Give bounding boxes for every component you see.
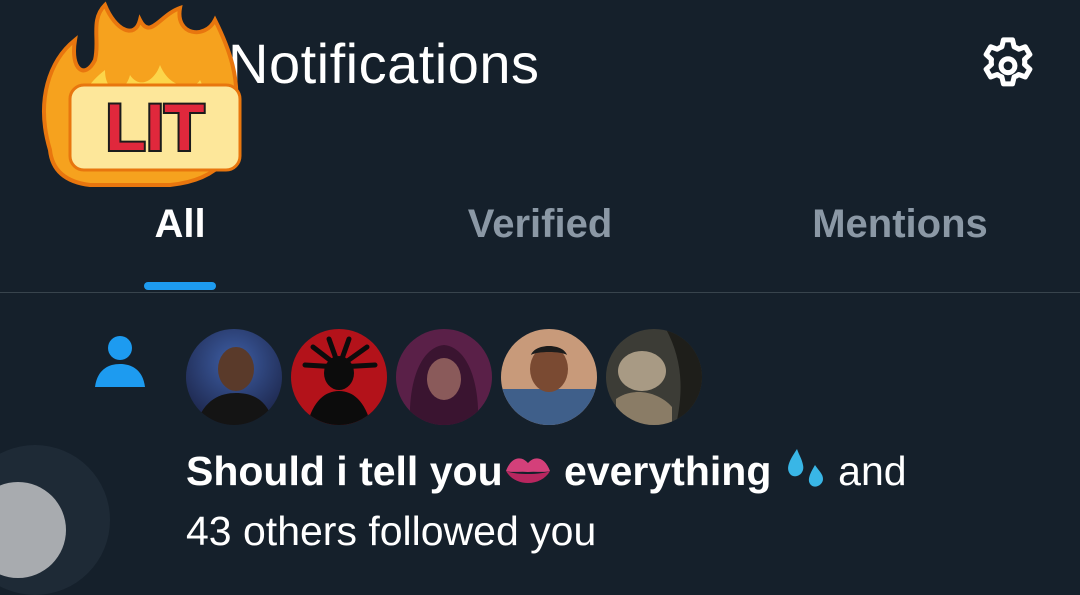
- header: Notifications LIT: [0, 0, 1080, 187]
- avatar[interactable]: [501, 329, 597, 425]
- tab-verified[interactable]: Verified: [440, 190, 640, 292]
- and-text: and: [838, 448, 907, 494]
- lit-fire-sticker[interactable]: LIT: [30, 0, 245, 190]
- avatar-4-image: [501, 329, 597, 425]
- page-title-text: Notifications: [228, 32, 540, 95]
- notification-text: Should i tell you everything and 43 othe…: [186, 441, 1046, 561]
- kiss-lips-icon: [505, 458, 550, 483]
- sweat-droplets-icon: [787, 449, 823, 487]
- follower-name-part1[interactable]: Should i tell you: [186, 448, 503, 494]
- tab-all-label: All: [154, 202, 206, 246]
- sticker-text: LIT: [106, 90, 205, 164]
- tab-all[interactable]: All: [142, 190, 218, 292]
- avatar[interactable]: [606, 329, 702, 425]
- page-title: Notifications: [228, 36, 540, 92]
- avatar[interactable]: [291, 329, 387, 425]
- notification-item[interactable]: Should i tell you everything and 43 othe…: [0, 293, 1080, 585]
- avatar-3-image: [396, 329, 492, 425]
- tab-bar: All Verified Mentions: [0, 190, 1080, 292]
- tab-verified-label: Verified: [467, 202, 613, 246]
- active-tab-indicator: [144, 282, 216, 290]
- avatar-5-image: [606, 329, 702, 425]
- person-icon: [95, 336, 145, 387]
- avatar[interactable]: [396, 329, 492, 425]
- avatar[interactable]: [186, 329, 282, 425]
- avatar-2-image: [291, 329, 387, 425]
- avatar-1-image: [186, 329, 282, 425]
- tab-mentions[interactable]: Mentions: [790, 190, 1010, 292]
- tab-mentions-label: Mentions: [812, 202, 988, 246]
- follower-name-part2[interactable]: everything: [564, 448, 771, 494]
- others-followed-text: 43 others followed you: [186, 508, 597, 554]
- settings-gear-icon[interactable]: [976, 34, 1040, 98]
